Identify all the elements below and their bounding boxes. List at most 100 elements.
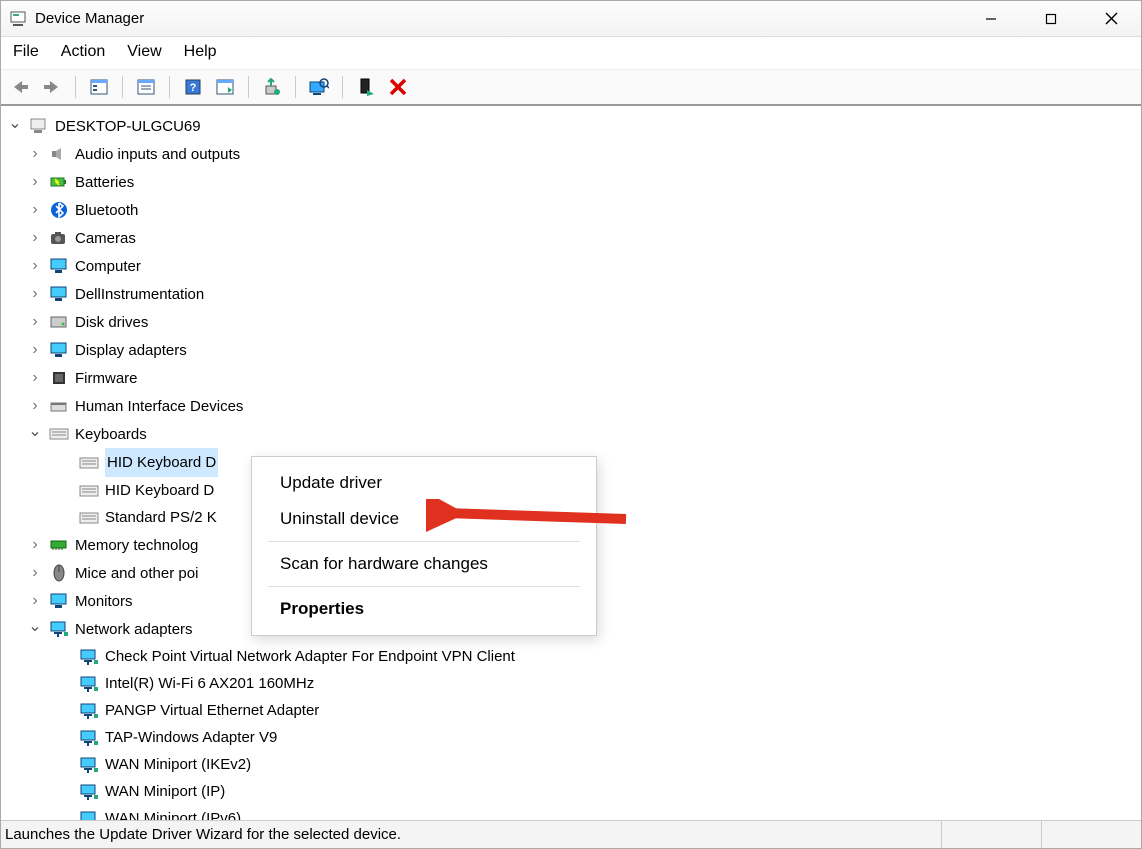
expand-icon[interactable] <box>27 252 43 280</box>
computer-icon <box>49 257 69 275</box>
tree-device[interactable]: WAN Miniport (IP) <box>7 778 1137 805</box>
tree-category[interactable]: Batteries <box>7 168 1137 196</box>
title-bar: Device Manager <box>1 1 1141 37</box>
monitor-icon <box>49 285 69 303</box>
monitor-icon <box>49 341 69 359</box>
ctx-uninstall-device[interactable]: Uninstall device <box>252 501 596 537</box>
tree-category-label: Firmware <box>75 365 138 392</box>
status-cell <box>941 821 1041 848</box>
app-icon <box>9 10 27 28</box>
ctx-properties[interactable]: Properties <box>252 591 596 627</box>
battery-icon <box>49 173 69 191</box>
toolbar-actions-button[interactable] <box>212 74 238 100</box>
hid-icon <box>49 397 69 415</box>
expand-icon[interactable] <box>7 112 23 140</box>
tree-device[interactable]: Intel(R) Wi-Fi 6 AX201 160MHz <box>7 670 1137 697</box>
expand-icon[interactable] <box>27 140 43 168</box>
keyboard-icon <box>79 482 99 500</box>
menu-view[interactable]: View <box>127 43 161 61</box>
network-icon <box>79 783 99 801</box>
expand-icon[interactable] <box>27 224 43 252</box>
tree-category[interactable]: Display adapters <box>7 336 1137 364</box>
expand-icon[interactable] <box>27 559 43 587</box>
memory-icon <box>49 536 69 554</box>
tree-device[interactable]: PANGP Virtual Ethernet Adapter <box>7 697 1137 724</box>
tree-category[interactable]: Cameras <box>7 224 1137 252</box>
bluetooth-icon <box>49 201 69 219</box>
monitor-icon <box>49 592 69 610</box>
menu-file[interactable]: File <box>13 43 39 61</box>
expand-icon[interactable] <box>27 587 43 615</box>
tree-device-label: Check Point Virtual Network Adapter For … <box>105 643 515 670</box>
toolbar-uninstall-button[interactable] <box>385 74 411 100</box>
svg-text:?: ? <box>190 82 197 94</box>
toolbar-properties-button[interactable] <box>133 74 159 100</box>
expand-icon[interactable] <box>27 196 43 224</box>
expand-icon[interactable] <box>27 336 43 364</box>
tree-category[interactable]: Bluetooth <box>7 196 1137 224</box>
firmware-icon <box>49 369 69 387</box>
keyboard-icon <box>79 454 99 472</box>
network-icon <box>79 756 99 774</box>
collapse-icon[interactable] <box>27 420 43 448</box>
tree-device-label: TAP-Windows Adapter V9 <box>105 724 277 751</box>
tree-category-label: Display adapters <box>75 337 187 364</box>
ctx-scan-hardware[interactable]: Scan for hardware changes <box>252 546 596 582</box>
expand-icon[interactable] <box>27 308 43 336</box>
tree-category[interactable]: Computer <box>7 252 1137 280</box>
toolbar-show-hide-tree-button[interactable] <box>86 74 112 100</box>
expand-icon[interactable] <box>27 168 43 196</box>
tree-root[interactable]: DESKTOP-ULGCU69 <box>7 112 1137 140</box>
tree-category-label: Keyboards <box>75 421 147 448</box>
tree-category[interactable]: Disk drives <box>7 308 1137 336</box>
menu-help[interactable]: Help <box>184 43 217 61</box>
tree-category[interactable]: Firmware <box>7 364 1137 392</box>
tree-category[interactable]: DellInstrumentation <box>7 280 1137 308</box>
mouse-icon <box>49 564 69 582</box>
expand-icon[interactable] <box>27 392 43 420</box>
audio-icon <box>49 145 69 163</box>
toolbar-update-driver-button[interactable] <box>259 74 285 100</box>
maximize-button[interactable] <box>1021 1 1081 37</box>
expand-icon[interactable] <box>27 364 43 392</box>
tree-category[interactable]: Human Interface Devices <box>7 392 1137 420</box>
ctx-update-driver[interactable]: Update driver <box>252 465 596 501</box>
tree-category[interactable]: Audio inputs and outputs <box>7 140 1137 168</box>
tree-category-label: Audio inputs and outputs <box>75 141 240 168</box>
toolbar-forward-button[interactable] <box>39 74 65 100</box>
status-bar: Launches the Update Driver Wizard for th… <box>1 820 1141 848</box>
computer-icon <box>29 117 49 135</box>
tree-device-label: WAN Miniport (IP) <box>105 778 225 805</box>
network-icon <box>79 675 99 693</box>
tree-device-label: HID Keyboard D <box>105 448 218 477</box>
tree-category[interactable]: Keyboards <box>7 420 1137 448</box>
minimize-button[interactable] <box>961 1 1021 37</box>
tree-category-label: Bluetooth <box>75 197 138 224</box>
tree-device[interactable]: Check Point Virtual Network Adapter For … <box>7 643 1137 670</box>
tree-category-label: DellInstrumentation <box>75 281 204 308</box>
expand-icon[interactable] <box>27 280 43 308</box>
window-title: Device Manager <box>35 10 144 27</box>
tree-category-label: Human Interface Devices <box>75 393 243 420</box>
toolbar-help-button[interactable]: ? <box>180 74 206 100</box>
toolbar: ? <box>1 70 1141 106</box>
tree-device[interactable]: TAP-Windows Adapter V9 <box>7 724 1137 751</box>
keyboard-icon <box>79 509 99 527</box>
tree-category-label: Memory technolog <box>75 532 198 559</box>
network-icon <box>49 620 69 638</box>
menu-action[interactable]: Action <box>61 43 105 61</box>
tree-category-label: Batteries <box>75 169 134 196</box>
ctx-separator <box>268 586 580 587</box>
collapse-icon[interactable] <box>27 615 43 643</box>
tree-device-label: Intel(R) Wi-Fi 6 AX201 160MHz <box>105 670 314 697</box>
expand-icon[interactable] <box>27 531 43 559</box>
close-button[interactable] <box>1081 1 1141 37</box>
ctx-separator <box>268 541 580 542</box>
toolbar-scan-hardware-button[interactable] <box>306 74 332 100</box>
toolbar-enable-device-button[interactable] <box>353 74 379 100</box>
toolbar-back-button[interactable] <box>7 74 33 100</box>
network-icon <box>79 648 99 666</box>
tree-device-label: Standard PS/2 K <box>105 504 217 531</box>
tree-device[interactable]: WAN Miniport (IKEv2) <box>7 751 1137 778</box>
context-menu: Update driver Uninstall device Scan for … <box>251 456 597 636</box>
